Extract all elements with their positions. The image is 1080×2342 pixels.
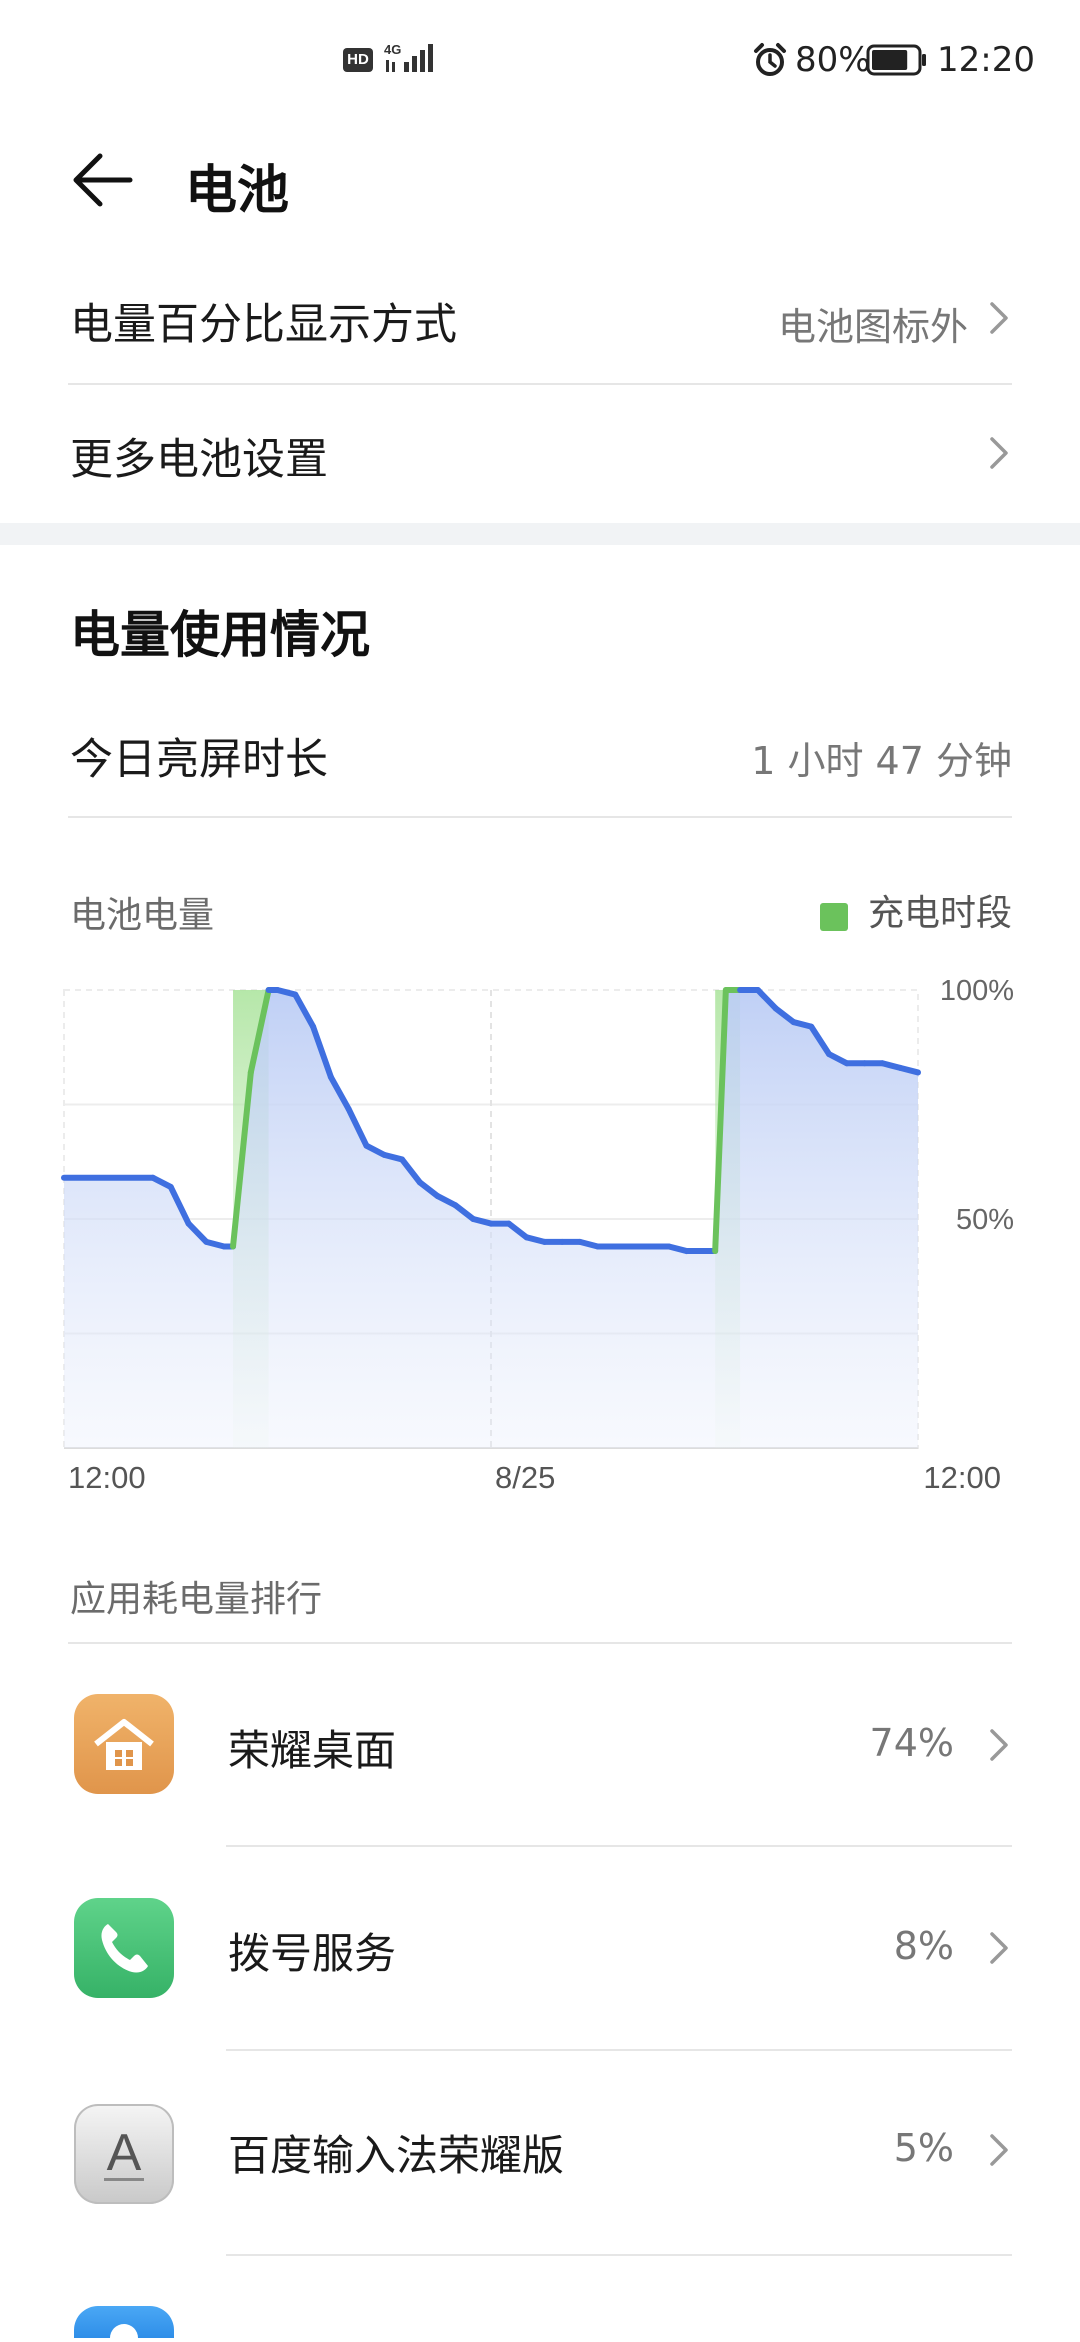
phone-app-icon [74, 1898, 174, 1998]
settings-row-label: 电量百分比显示方式 [70, 300, 457, 350]
screen-time-row: 今日亮屏时长 1 小时 47 分钟 [0, 710, 1080, 810]
x-tick-label: 12:00 [68, 1460, 146, 1495]
battery-level-chart[interactable]: 12:00 8/25 12:00 100% 50% [0, 960, 1080, 1500]
section-separator [0, 523, 1080, 545]
signal-icon: 4G [384, 42, 433, 72]
divider [226, 2254, 1012, 2256]
chart-label: 电池电量 [70, 895, 215, 936]
screen-time-label: 今日亮屏时长 [70, 735, 328, 785]
back-arrow-icon[interactable] [70, 148, 134, 212]
chevron-right-icon [990, 2134, 1008, 2166]
letter-a-glyph: A [107, 2124, 142, 2182]
x-tick-label: 12:00 [923, 1460, 1001, 1495]
app-name: 拨号服务 [228, 1929, 397, 1978]
network-type-text: 4G [384, 42, 401, 57]
ranking-title: 应用耗电量排行 [70, 1579, 323, 1620]
app-row-input-method[interactable]: A 百度输入法荣耀版 5% [0, 2052, 1080, 2252]
chart-legend: 充电时段 [819, 884, 1012, 934]
alarm-icon [754, 43, 786, 76]
clock: 12:20 [937, 40, 1035, 80]
hd-badge: HD [343, 48, 373, 72]
app-percent: 74% [869, 1721, 954, 1765]
section-title-usage: 电量使用情况 [70, 606, 370, 664]
settings-row-value: 电池图标外 [777, 305, 968, 349]
legend-label: 充电时段 [867, 893, 1012, 934]
divider [226, 1845, 1012, 1847]
app-row-dialer[interactable]: 拨号服务 8% [0, 1848, 1080, 2048]
y-tick-label: 100% [940, 975, 1014, 1007]
chevron-right-icon [990, 1932, 1008, 1964]
screen-time-value: 1 小时 47 分钟 [751, 739, 1012, 783]
y-tick-label: 50% [956, 1204, 1014, 1236]
keyboard-app-icon: A [74, 2104, 174, 2204]
app-name: 百度输入法荣耀版 [228, 2131, 565, 2180]
home-app-icon [74, 1694, 174, 1794]
partial-app-icon[interactable] [74, 2306, 174, 2342]
app-row-launcher[interactable]: 荣耀桌面 74% [0, 1645, 1080, 1845]
settings-row-more-battery[interactable]: 更多电池设置 [0, 395, 1080, 515]
divider [226, 2049, 1012, 2051]
app-percent: 5% [893, 2126, 954, 2170]
app-name: 荣耀桌面 [228, 1726, 397, 1775]
battery-icon [866, 44, 926, 76]
settings-row-label: 更多电池设置 [70, 435, 328, 485]
divider [68, 816, 1012, 818]
battery-percent-text: 80% [795, 40, 871, 80]
divider [68, 1642, 1012, 1644]
legend-swatch [819, 902, 848, 931]
x-tick-label: 8/25 [495, 1460, 555, 1495]
settings-row-percentage-display[interactable]: 电量百分比显示方式 电池图标外 [0, 260, 1080, 380]
page-title: 电池 [185, 161, 290, 221]
app-percent: 8% [893, 1924, 954, 1968]
divider [68, 383, 1012, 385]
chevron-right-icon [990, 302, 1008, 334]
chevron-right-icon [990, 437, 1008, 469]
chevron-right-icon [990, 1729, 1008, 1761]
